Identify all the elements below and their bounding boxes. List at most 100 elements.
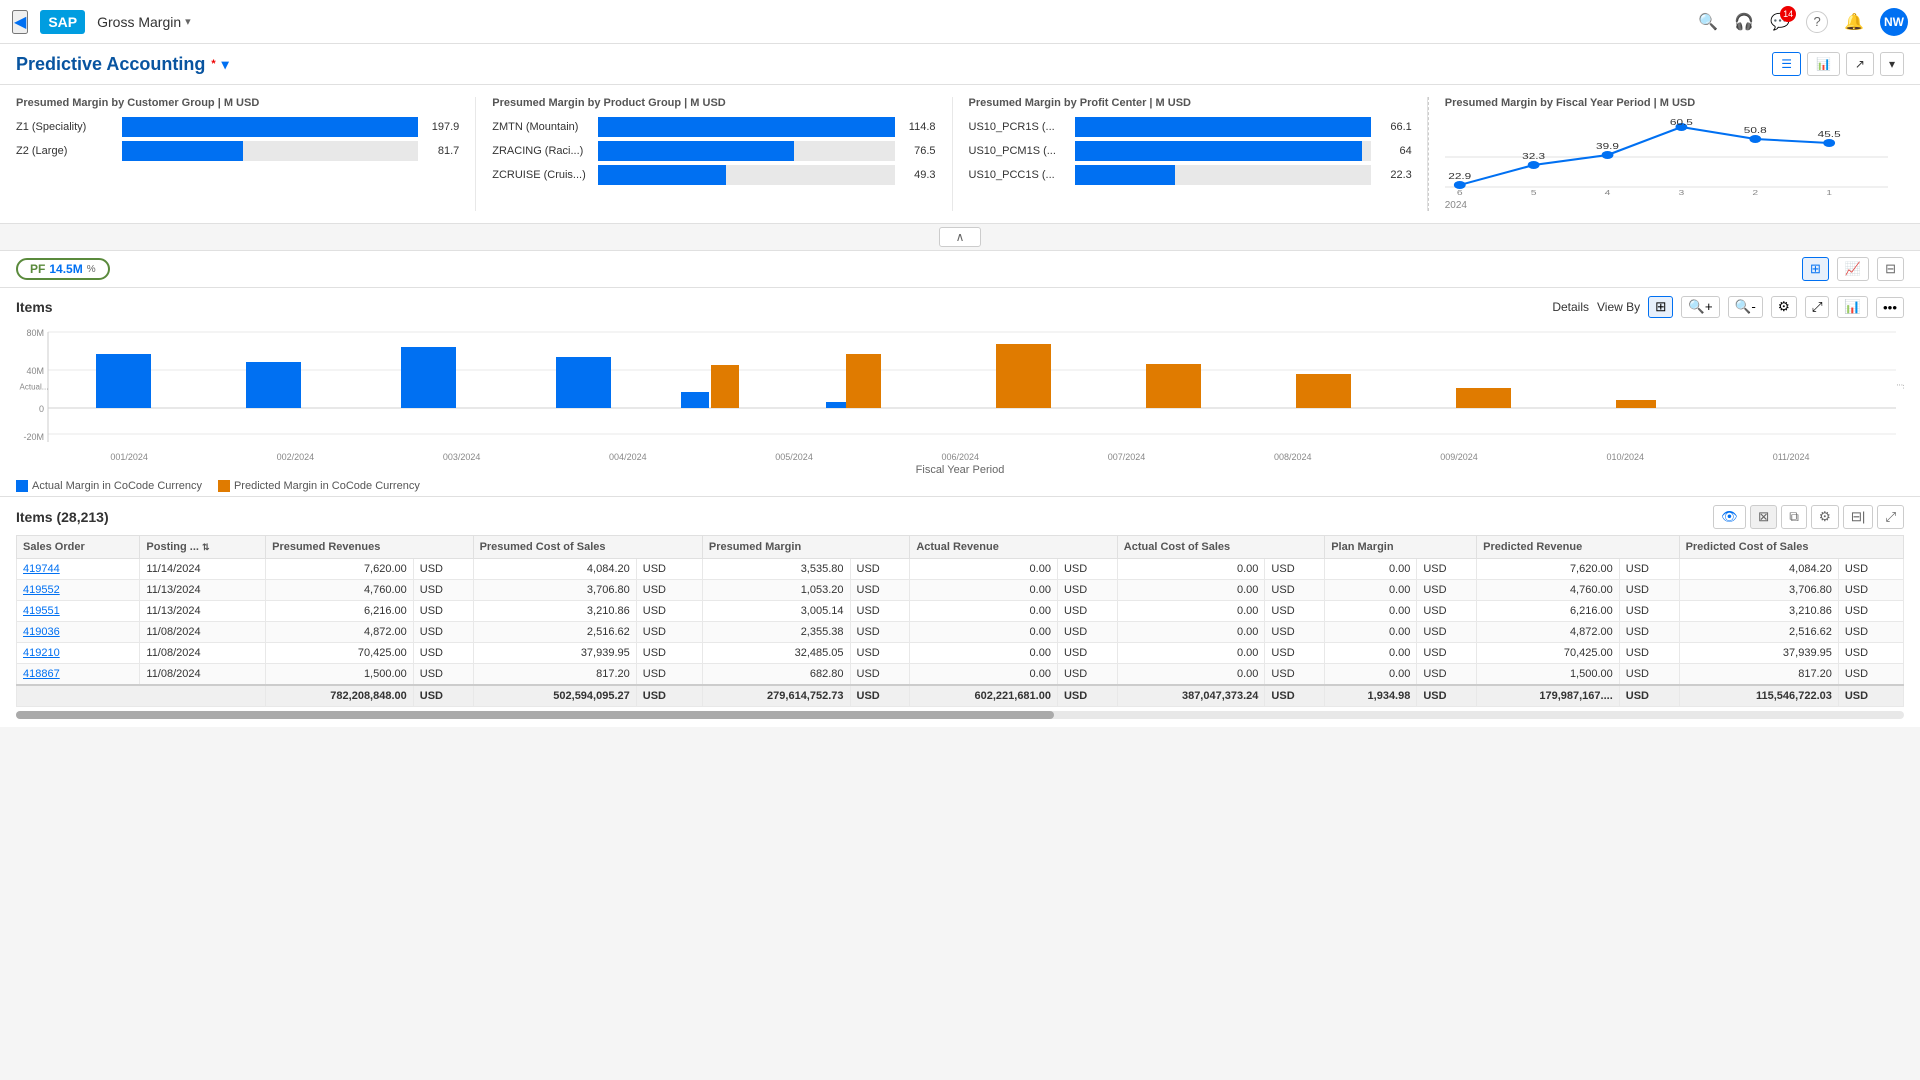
legend-predicted: Predicted Margin in CoCode Currency xyxy=(218,480,420,492)
visibility-btn[interactable]: 👁 xyxy=(1713,505,1746,529)
more-btn[interactable]: ••• xyxy=(1876,297,1904,318)
col-act-rev: Actual Revenue xyxy=(910,536,1117,559)
bar-004-actual xyxy=(556,357,611,408)
help-icon[interactable]: ? xyxy=(1806,11,1828,33)
order-link[interactable]: 419744 xyxy=(23,563,60,575)
pf-filter-tag[interactable]: PF 14.5M % xyxy=(16,258,110,280)
legend-actual-label: Actual Margin in CoCode Currency xyxy=(32,480,202,492)
x-axis-labels: 001/2024 002/2024 003/2024 004/2024 005/… xyxy=(46,452,1874,462)
back-button[interactable]: ◀ xyxy=(12,10,28,34)
svg-text:6: 6 xyxy=(1457,189,1463,197)
total-label xyxy=(17,685,266,707)
kpi-value: 114.8 xyxy=(901,121,936,133)
x-label: 005/2024 xyxy=(775,452,813,462)
data-table: Sales Order Posting ... ⇅ Presumed Reven… xyxy=(16,535,1904,707)
chart-legend: Actual Margin in CoCode Currency Predict… xyxy=(16,480,1904,492)
zoom-in-btn[interactable]: 🔍+ xyxy=(1681,296,1719,318)
nav-title-chevron[interactable]: ▾ xyxy=(185,15,191,28)
expand-btn[interactable]: ⤢ xyxy=(1805,296,1830,318)
table-section: Items (28,213) 👁 ⊠ ⧉ ⚙ ⊟| ⤢ Sales Order … xyxy=(0,497,1920,727)
kpi-bar xyxy=(1075,165,1176,185)
table-row: 419744 11/14/2024 7,620.00 USD 4,084.20 … xyxy=(17,559,1904,580)
header-actions: ☰ 📊 ↗ ▾ xyxy=(1772,52,1904,76)
svg-text:22.9: 22.9 xyxy=(1448,173,1471,182)
view-by-label: View By xyxy=(1597,300,1640,314)
order-link[interactable]: 419210 xyxy=(23,647,60,659)
grid-view-btn[interactable]: ⊟ xyxy=(1877,257,1904,281)
col-pres-margin: Presumed Margin xyxy=(702,536,909,559)
order-link[interactable]: 419551 xyxy=(23,605,60,617)
group-btn[interactable]: ⊟| xyxy=(1843,505,1874,529)
kpi-bar-row: US10_PCR1S (... 66.1 xyxy=(969,117,1412,137)
kpi-bar-container xyxy=(1075,165,1371,185)
svg-text:50.8: 50.8 xyxy=(1744,127,1767,136)
cell-pred-rev: 7,620.00 xyxy=(1477,559,1620,580)
scrollbar-thumb[interactable] xyxy=(16,711,1054,719)
kpi-label: US10_PCR1S (... xyxy=(969,121,1069,133)
cell-plan-margin: 0.00 xyxy=(1325,559,1417,580)
table-view-btn[interactable]: ⊞ xyxy=(1802,257,1829,281)
main-area: Predictive Accounting * ▾ ☰ 📊 ↗ ▾ Presum… xyxy=(0,44,1920,1080)
cell-order[interactable]: 419744 xyxy=(17,559,140,580)
bar-007-predicted xyxy=(996,344,1051,408)
chart-section: Items Details View By ⊞ 🔍+ 🔍- ⚙ ⤢ 📊 ••• … xyxy=(0,288,1920,497)
table-row: 419551 11/13/2024 6,216.00 USD 3,210.86 … xyxy=(17,601,1904,622)
copy-btn[interactable]: ⧉ xyxy=(1781,505,1807,529)
kpi-bar-container xyxy=(122,141,418,161)
main-chart-svg: 80M 40M 0 -20M 40M 20M 0 -10M xyxy=(16,322,1904,452)
col-act-cos: Actual Cost of Sales xyxy=(1117,536,1324,559)
collapse-button[interactable]: ∧ xyxy=(939,227,982,247)
settings-btn2[interactable]: ⚙ xyxy=(1811,505,1839,529)
total-pres-rev: 782,208,848.00 xyxy=(266,685,414,707)
x-label: 008/2024 xyxy=(1274,452,1312,462)
svg-text:45.5: 45.5 xyxy=(1817,131,1840,140)
svg-text:Actual...: Actual... xyxy=(20,383,49,392)
svg-text:40M: 40M xyxy=(26,366,44,376)
filter-tags-container: PF 14.5M % xyxy=(16,258,110,280)
col-pres-rev: Presumed Revenues xyxy=(266,536,473,559)
kpi-product-group-title: Presumed Margin by Product Group | M USD xyxy=(492,97,935,109)
share-btn[interactable]: ↗ xyxy=(1846,52,1874,76)
kpi-value: 76.5 xyxy=(901,145,936,157)
cell-order[interactable]: 419552 xyxy=(17,580,140,601)
table-wrapper[interactable]: Sales Order Posting ... ⇅ Presumed Reven… xyxy=(16,535,1904,707)
chart-view-btn2[interactable]: 📈 xyxy=(1837,257,1869,281)
settings-btn[interactable]: ⚙ xyxy=(1771,296,1797,318)
kpi-bar xyxy=(122,117,418,137)
chat-icon[interactable]: 💬 14 xyxy=(1770,12,1790,32)
order-link[interactable]: 418867 xyxy=(23,668,60,680)
order-link[interactable]: 419036 xyxy=(23,626,60,638)
kpi-bar xyxy=(1075,117,1371,137)
order-link[interactable]: 419552 xyxy=(23,584,60,596)
fiscal-line-chart: 22.9 32.3 39.9 60.5 50.8 45.5 6 5 4 3 2 … xyxy=(1445,117,1888,197)
col-sales-order[interactable]: Sales Order xyxy=(17,536,140,559)
kpi-product-group: Presumed Margin by Product Group | M USD… xyxy=(476,97,952,211)
col-pred-cos: Predicted Cost of Sales xyxy=(1679,536,1903,559)
more-options-btn[interactable]: ▾ xyxy=(1880,52,1904,76)
kpi-customer-group: Presumed Margin by Customer Group | M US… xyxy=(16,97,476,211)
svg-text:4: 4 xyxy=(1604,189,1610,197)
headset-icon[interactable]: 🎧 xyxy=(1734,12,1754,32)
bar-005-predicted xyxy=(711,365,739,408)
horizontal-scrollbar[interactable] xyxy=(16,711,1904,719)
search-icon[interactable]: 🔍 xyxy=(1698,12,1718,32)
filter-btn[interactable]: ⊠ xyxy=(1750,505,1777,529)
page-title-dropdown[interactable]: ▾ xyxy=(222,56,229,73)
expand-table-btn[interactable]: ⤢ xyxy=(1877,505,1904,529)
bell-icon[interactable]: 🔔 xyxy=(1844,12,1864,32)
zoom-out-btn[interactable]: 🔍- xyxy=(1728,296,1763,318)
table-row: 419552 11/13/2024 4,760.00 USD 3,706.80 … xyxy=(17,580,1904,601)
kpi-bar-row: US10_PCC1S (... 22.3 xyxy=(969,165,1412,185)
chart-type-btn[interactable]: 📊 xyxy=(1837,296,1868,318)
x-label: 003/2024 xyxy=(443,452,481,462)
chart-area: 80M 40M 0 -20M 40M 20M 0 -10M xyxy=(16,322,1904,452)
bar-010-predicted xyxy=(1456,388,1511,408)
bar-001-actual xyxy=(96,354,151,408)
table-icon-btn[interactable]: ⊞ xyxy=(1648,296,1673,318)
nav-title: Gross Margin ▾ xyxy=(97,14,191,30)
cell-act-rev-cur: USD xyxy=(1057,559,1117,580)
required-asterisk: * xyxy=(211,58,215,70)
chart-view-btn[interactable]: 📊 xyxy=(1807,52,1840,76)
col-posting[interactable]: Posting ... ⇅ xyxy=(140,536,266,559)
list-view-btn[interactable]: ☰ xyxy=(1772,52,1801,76)
